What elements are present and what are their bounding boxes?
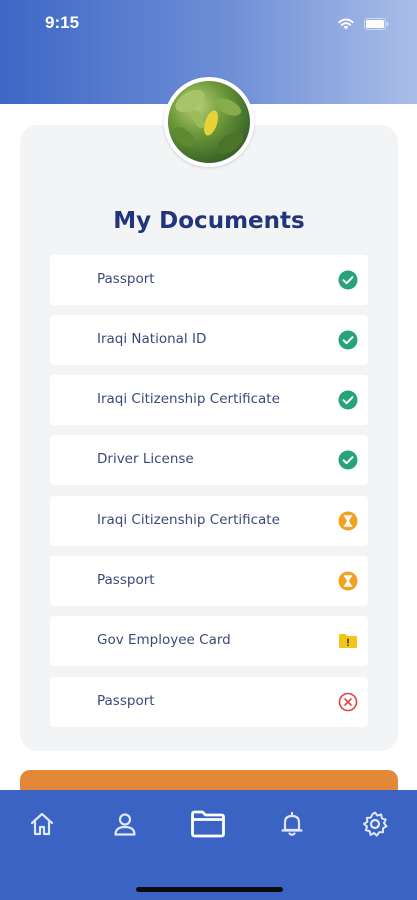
nav-home[interactable] <box>22 808 62 844</box>
verified-check-icon <box>338 450 358 470</box>
verified-check-icon <box>338 390 358 410</box>
rejected-x-icon <box>338 692 358 712</box>
wifi-icon <box>338 15 354 34</box>
battery-icon <box>364 15 389 34</box>
bottom-nav <box>0 790 417 900</box>
home-indicator <box>136 887 283 892</box>
document-row[interactable]: Iraqi Citizenship Certificate <box>50 375 368 425</box>
nav-notifications[interactable] <box>272 808 312 844</box>
home-icon <box>28 810 56 842</box>
status-icons <box>338 15 389 34</box>
document-label: Passport <box>97 271 155 287</box>
page-title: My Documents <box>113 208 305 234</box>
settings-icon <box>361 810 389 842</box>
document-row[interactable]: Driver License <box>50 435 368 485</box>
document-row[interactable]: Passport <box>50 556 368 606</box>
pending-hourglass-icon <box>338 511 358 531</box>
verified-check-icon <box>338 270 358 290</box>
bell-icon <box>278 810 306 842</box>
document-row[interactable]: Passport <box>50 677 368 727</box>
pending-hourglass-icon <box>338 571 358 591</box>
status-bar: 9:15 <box>0 0 417 48</box>
document-row[interactable]: Iraqi Citizenship Certificate <box>50 496 368 546</box>
avatar[interactable] <box>164 77 254 167</box>
folder-icon <box>190 809 226 843</box>
document-label: Iraqi National ID <box>97 331 207 347</box>
verified-check-icon <box>338 330 358 350</box>
document-row[interactable]: Passport <box>50 255 368 305</box>
nav-settings[interactable] <box>355 808 395 844</box>
document-label: Iraqi Citizenship Certificate <box>97 391 280 407</box>
document-label: Passport <box>97 572 155 588</box>
document-label: Driver License <box>97 451 194 467</box>
document-label: Iraqi Citizenship Certificate <box>97 512 280 528</box>
document-row[interactable]: Gov Employee Card <box>50 616 368 666</box>
profile-icon <box>111 810 139 842</box>
folder-warning-icon <box>338 631 358 651</box>
document-label: Gov Employee Card <box>97 632 231 648</box>
status-time: 9:15 <box>45 13 80 32</box>
nav-profile[interactable] <box>105 808 145 844</box>
nav-documents[interactable] <box>188 808 228 844</box>
document-label: Passport <box>97 693 155 709</box>
document-row[interactable]: Iraqi National ID <box>50 315 368 365</box>
